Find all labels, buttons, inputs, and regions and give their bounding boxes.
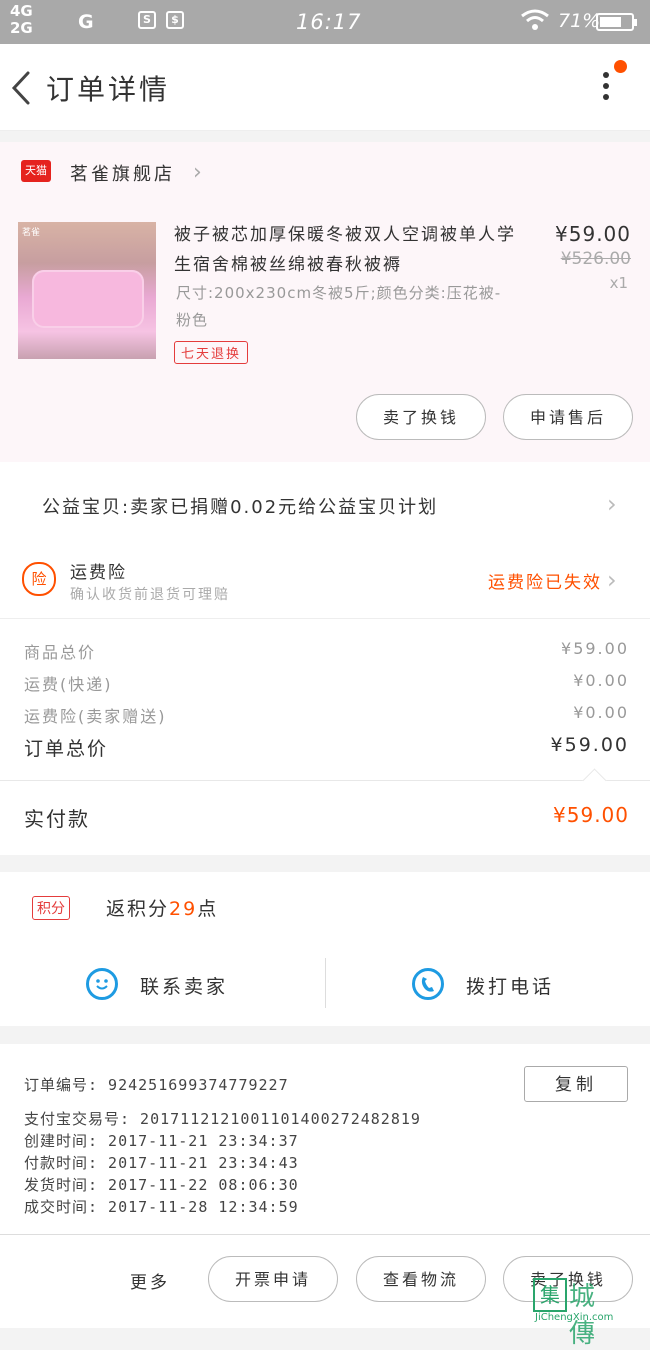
quilt-image [32,270,144,328]
dot [603,94,609,100]
insurance-subtitle: 确认收货前退货可理赔 [70,587,230,603]
price-row: 商品总价 ¥59.00 [24,639,629,663]
wifi-icon [520,8,550,38]
more-actions-button[interactable]: 更多 [130,1268,170,1293]
clock: 16:17 [296,10,362,34]
price-breakdown: 商品总价 ¥59.00 运费(快递) ¥0.00 运费险(卖家赠送) ¥0.00… [0,618,650,781]
signal-indicator: 4G 2G [10,3,33,37]
sim-icon: S [138,11,156,29]
status-bar: 4G 2G G S $ 16:17 71% [0,0,650,44]
contact-seller-label: 联系卖家 [140,976,229,998]
product-spec: 尺寸:200x230cm冬被5斤;颜色分类:压花被-粉色 [176,284,502,329]
contact-seller-button[interactable]: 联系卖家 [86,958,286,1008]
insurance-status: 运费险已失效 [488,573,602,593]
signal-bottom-label: 2G [10,19,33,37]
view-logistics-button[interactable]: 查看物流 [356,1256,486,1302]
order-total-value: ¥59.00 [550,734,629,756]
shipped-time: 发货时间: 2017-11-22 08:06:30 [24,1176,299,1194]
completed-time: 成交时间: 2017-11-28 12:34:59 [24,1198,299,1216]
watermark-url: JiChengXin.com [535,1312,614,1323]
sold-swap-button[interactable]: 卖了换钱 [503,1256,633,1302]
order-number: 订单编号: 924251699374779227 [24,1076,289,1094]
shop-name-link[interactable]: 茗雀旗舰店 [70,160,175,186]
paid-time: 付款时间: 2017-11-21 23:34:43 [24,1154,299,1172]
points-count: 29 [169,898,198,920]
price-row: 运费险(卖家赠送) ¥0.00 [24,703,629,727]
product-thumbnail[interactable]: 茗雀 [18,222,156,359]
notification-dot [614,60,627,73]
price-row: 运费(快递) ¥0.00 [24,671,629,695]
shipping-insurance-row[interactable]: 险 运费险 确认收货前退货可理赔 运费险已失效 › [0,552,650,618]
points-contact-card: 积分 返积分29点 联系卖家 拨打电话 [0,872,650,1026]
alipay-trade-number: 支付宝交易号: 2017112121001101400272482819 [24,1110,421,1128]
app-header: 订单详情 [0,44,650,131]
insurance-title: 运费险 [70,563,127,583]
original-price: ¥526.00 [560,249,631,269]
call-phone-button[interactable]: 拨打电话 [412,958,612,1008]
charity-row[interactable]: 公益宝贝:卖家已捐赠0.02元给公益宝贝计划 › [0,462,650,552]
sold-swap-button[interactable]: 卖了换钱 [356,394,486,440]
product-quantity: x1 [609,274,628,292]
order-total-label: 订单总价 [24,738,109,760]
thumbnail-brand: 茗雀 [22,228,41,238]
page-title: 订单详情 [46,73,171,106]
insurance-badge-icon: 险 [22,562,56,596]
signal-top-label: 4G [10,2,33,20]
battery-icon [596,13,637,31]
copy-button[interactable]: 复制 [524,1066,628,1102]
order-total-row: 订单总价 ¥59.00 [24,734,629,761]
chevron-left-icon [11,71,30,105]
return-policy-tag: 七天退换 [174,341,249,364]
price-row-value: ¥0.00 [573,671,629,690]
invoice-request-button[interactable]: 开票申请 [208,1256,338,1302]
actual-payment-label: 实付款 [24,807,90,831]
divider [325,958,326,1008]
back-button[interactable] [8,70,38,106]
battery-percent: 71% [558,10,601,32]
actual-payment-row: 实付款 ¥59.00 [0,768,650,855]
chevron-right-icon: › [607,490,617,518]
battery-fill [600,17,622,27]
after-sale-button[interactable]: 申请售后 [503,394,633,440]
product-title[interactable]: 被子被芯加厚保暖冬被双人空调被单人学生宿舍棉被丝绵被春秋被褥 [174,220,524,280]
actual-payment-value: ¥59.00 [553,803,629,827]
price-row-label: 商品总价 [24,643,97,662]
price-row-value: ¥0.00 [573,703,629,722]
points-suffix: 点 [197,898,219,920]
tmall-badge: 天猫 [21,160,51,182]
chevron-right-icon: › [607,566,617,594]
chevron-right-icon[interactable]: › [193,160,202,185]
chat-icon [86,968,118,1000]
points-badge: 积分 [32,896,70,920]
price-row-value: ¥59.00 [561,639,629,658]
dot [603,72,609,78]
shop-card: 天猫 茗雀旗舰店 › 茗雀 被子被芯加厚保暖冬被双人空调被单人学生宿舍棉被丝绵被… [0,142,650,462]
price-row-label: 运费险(卖家赠送) [24,707,167,726]
dot [603,83,609,89]
order-info-card: 订单编号: 924251699374779227 复制 支付宝交易号: 2017… [0,1044,650,1234]
charity-text: 公益宝贝:卖家已捐赠0.02元给公益宝贝计划 [42,497,439,518]
phone-icon [412,968,444,1000]
watermark-mark: 集 [533,1278,567,1312]
call-phone-label: 拨打电话 [466,976,555,998]
price-row-label: 运费(快递) [24,675,113,694]
more-menu-button[interactable] [596,68,616,108]
data-saver-icon: $ [166,11,184,29]
signal-extra-label: G [78,11,94,33]
created-time: 创建时间: 2017-11-21 23:34:37 [24,1132,299,1150]
product-price: ¥59.00 [555,222,631,246]
points-prefix: 返积分 [106,898,170,920]
points-text: 返积分29点 [106,894,218,921]
